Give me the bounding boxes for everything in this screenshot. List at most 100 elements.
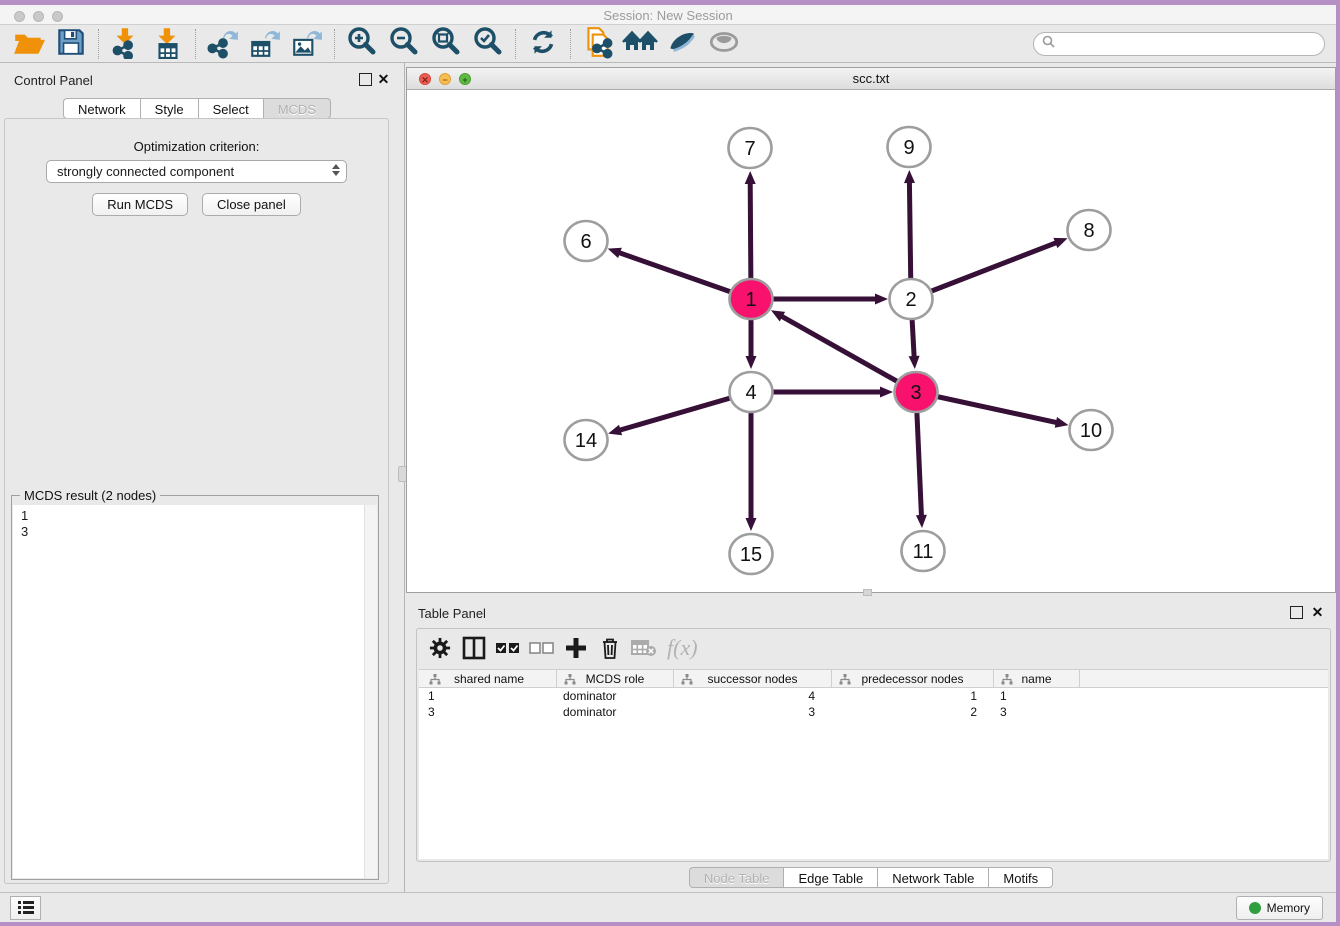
eye-slash-button[interactable] — [661, 27, 703, 61]
zoom-fit-button[interactable] — [425, 27, 467, 61]
zoom-out-button[interactable] — [383, 27, 425, 61]
export-network-icon — [206, 25, 240, 62]
columns-button[interactable] — [459, 634, 489, 664]
close-panel-button[interactable]: Close panel — [202, 193, 301, 216]
node-label: 6 — [580, 231, 591, 253]
float-panel-icon[interactable] — [359, 73, 372, 86]
export-table-icon — [248, 25, 282, 62]
table-cell[interactable]: dominator — [557, 704, 674, 720]
zoom-in-button[interactable] — [341, 27, 383, 61]
tab-node-table[interactable]: Node Table — [689, 867, 784, 888]
edge-3-10[interactable] — [916, 392, 1069, 428]
memory-button[interactable]: Memory — [1236, 896, 1323, 920]
copy-network-button[interactable] — [577, 27, 619, 61]
graph-node-7[interactable]: 7 — [729, 128, 772, 168]
table-cell[interactable]: 2 — [832, 704, 994, 720]
main-toolbar — [0, 25, 1336, 63]
graph-node-6[interactable]: 6 — [565, 221, 608, 261]
column-header-shared-name[interactable]: shared name — [422, 670, 557, 688]
houses-button[interactable] — [619, 27, 661, 61]
table-cell[interactable]: 4 — [674, 688, 832, 704]
tab-network[interactable]: Network — [63, 98, 140, 119]
edge-3-1[interactable] — [771, 310, 916, 392]
close-panel-icon[interactable]: ✕ — [377, 73, 390, 86]
arrowhead-icon — [875, 294, 888, 305]
dropdown-stepper-icon — [332, 164, 340, 176]
mcds-result-textarea[interactable]: 13 — [13, 505, 377, 878]
table-cell[interactable]: 3 — [422, 704, 557, 720]
graph-node-15[interactable]: 15 — [730, 534, 773, 574]
export-network-button[interactable] — [202, 27, 244, 61]
canvas-resize-grip[interactable] — [863, 589, 872, 596]
function-button: f(x) — [663, 634, 703, 664]
table-cell[interactable]: 1 — [422, 688, 557, 704]
criterion-dropdown[interactable]: strongly connected component — [46, 160, 347, 183]
delete-table-icon — [631, 638, 657, 661]
function-icon: f(x) — [665, 635, 701, 664]
export-table-button[interactable] — [244, 27, 286, 61]
table-cell[interactable]: 3 — [994, 704, 1080, 720]
export-image-button[interactable] — [286, 27, 328, 61]
table-header-row: shared nameMCDS role successor nodes prede… — [419, 669, 1328, 688]
table-row[interactable]: 3dominator323 — [419, 704, 1328, 720]
open-folder-button[interactable] — [8, 27, 50, 61]
tree-icon — [429, 674, 441, 688]
control-panel-title: Control Panel — [14, 73, 93, 88]
add-button[interactable] — [561, 634, 591, 664]
import-table-button[interactable] — [147, 27, 189, 61]
tab-edge-table[interactable]: Edge Table — [783, 867, 877, 888]
refresh-button[interactable] — [522, 27, 564, 61]
table-cell[interactable]: dominator — [557, 688, 674, 704]
table-cell[interactable]: 1 — [994, 688, 1080, 704]
graph-node-2[interactable]: 2 — [890, 279, 933, 319]
graph-node-1[interactable]: 1 — [730, 279, 773, 319]
tab-motifs[interactable]: Motifs — [988, 867, 1053, 888]
search-input[interactable] — [1059, 34, 1324, 54]
column-header-successor-nodes[interactable]: successor nodes — [674, 670, 832, 688]
import-network-button[interactable] — [105, 27, 147, 61]
float-table-panel-icon[interactable] — [1290, 606, 1303, 619]
tab-select[interactable]: Select — [198, 98, 263, 119]
node-label: 14 — [575, 430, 597, 452]
select-all-button[interactable] — [493, 634, 523, 664]
arrowhead-icon — [745, 171, 756, 184]
column-header-label: successor nodes — [707, 672, 797, 686]
graph-node-8[interactable]: 8 — [1068, 210, 1111, 250]
task-list-button[interactable] — [10, 896, 41, 920]
trash-button[interactable] — [595, 634, 625, 664]
tree-icon — [564, 674, 576, 688]
column-header-MCDS-role[interactable]: MCDS role — [557, 670, 674, 688]
close-table-panel-icon[interactable]: ✕ — [1311, 606, 1324, 619]
table-panel-tabs: Node TableEdge TableNetwork TableMotifs — [406, 867, 1336, 888]
gear-button[interactable] — [425, 634, 455, 664]
deselect-all-button[interactable] — [527, 634, 557, 664]
graph-node-10[interactable]: 10 — [1070, 410, 1113, 450]
edge-1-6[interactable] — [608, 248, 751, 299]
tab-mcds[interactable]: MCDS — [263, 98, 331, 119]
tab-network-table[interactable]: Network Table — [877, 867, 988, 888]
graph-node-9[interactable]: 9 — [888, 127, 931, 167]
table-cell[interactable]: 1 — [832, 688, 994, 704]
network-canvas[interactable]: 1 2 3 4 6 7 8 9 10 11 14 15 — [407, 90, 1335, 592]
houses-icon — [622, 25, 658, 62]
graph-node-14[interactable]: 14 — [565, 420, 608, 460]
search-field[interactable] — [1033, 32, 1325, 56]
column-header-predecessor-nodes[interactable]: predecessor nodes — [832, 670, 994, 688]
edge-2-8[interactable] — [911, 238, 1068, 299]
column-header-name[interactable]: name — [994, 670, 1080, 688]
zoom-selected-button[interactable] — [467, 27, 509, 61]
graph-node-11[interactable]: 11 — [902, 531, 945, 571]
table-cell[interactable]: 3 — [674, 704, 832, 720]
node-label: 3 — [910, 382, 921, 404]
save-button[interactable] — [50, 27, 92, 61]
save-icon — [54, 25, 88, 62]
table-row[interactable]: 1dominator411 — [419, 688, 1328, 704]
run-mcds-button[interactable]: Run MCDS — [92, 193, 188, 216]
graph-node-4[interactable]: 4 — [730, 372, 773, 412]
birdseye-button[interactable] — [703, 27, 745, 61]
node-label: 15 — [740, 544, 762, 566]
tab-style[interactable]: Style — [140, 98, 198, 119]
graph-node-3[interactable]: 3 — [895, 372, 938, 412]
result-scrollbar[interactable] — [364, 505, 377, 878]
network-view-title: scc.txt — [407, 71, 1335, 86]
